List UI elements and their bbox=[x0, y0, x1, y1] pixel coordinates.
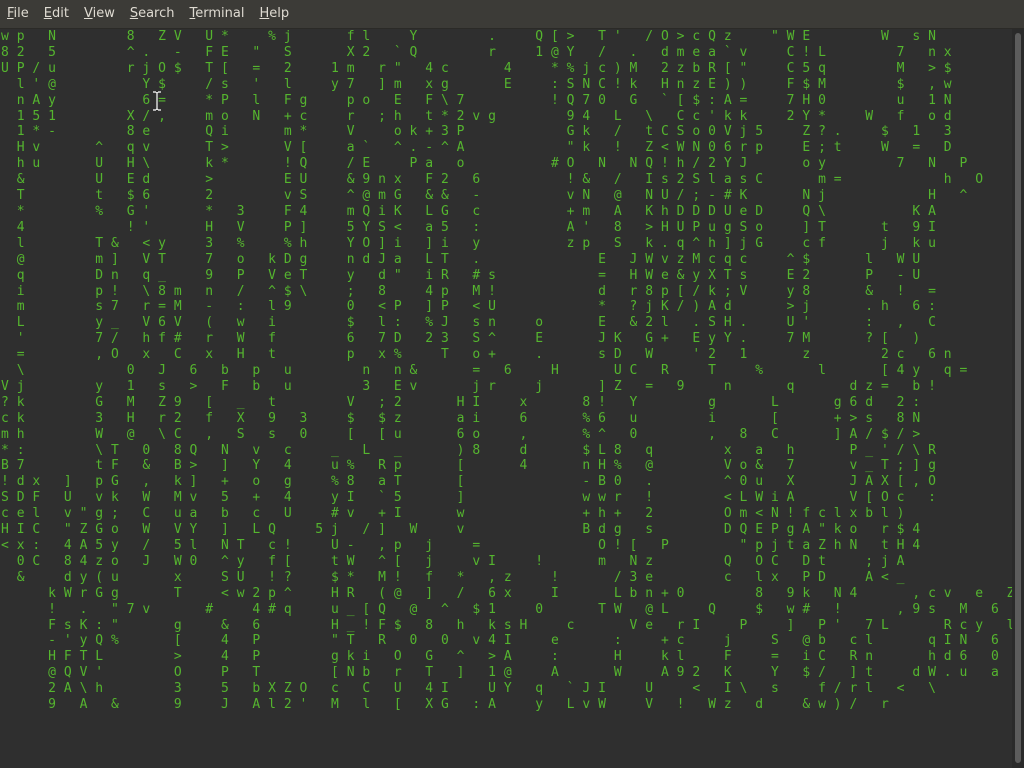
terminal-line: @ Q V ' O P T [ N b r T ] 1 @ A W A 9 2 … bbox=[1, 665, 1012, 681]
menu-label-rest: elp bbox=[269, 6, 290, 21]
terminal-line: c k 3 H r 2 f X 9 3 $ $ z a i 6 % 6 u i … bbox=[1, 410, 921, 426]
terminal-line: B 7 t F & B > ] Y 4 u % R p [ 4 n H % @ … bbox=[1, 458, 936, 474]
terminal-line: ' 7 / h f # r W f 6 7 D 2 3 S ^ E J K G … bbox=[1, 331, 921, 347]
terminal-line: = , O x C x H t p x % T o + . s D W ' 2 … bbox=[1, 347, 952, 363]
terminal-line: 2 A \ h 3 5 b X Z O c C U 4 I U Y q ` J … bbox=[1, 681, 936, 697]
terminal-line: l T & < y 3 % % h Y O ] i ] i y z p S k … bbox=[1, 235, 936, 251]
menu-label-rest: dit bbox=[52, 6, 69, 21]
terminal-line: L y _ V 6 V ( w i $ l : % J s n o E & 2 … bbox=[1, 315, 936, 331]
terminal-line: H v ^ q v T > V [ a ` ^ . - ^ A " k ! Z … bbox=[1, 140, 952, 156]
menu-label-rest: ile bbox=[13, 6, 29, 21]
terminal-screen[interactable]: w p N 8 Z V U * % j f l Y . Q [ > T ' / … bbox=[0, 29, 1012, 768]
terminal-line: & d y ( u x S U ! ? $ * M ! f * , z ! / … bbox=[1, 569, 905, 585]
menu-help[interactable]: Help bbox=[252, 0, 297, 28]
menu-terminal[interactable]: Terminal bbox=[183, 0, 253, 28]
menu-label-rest: erminal bbox=[195, 6, 245, 21]
menu-mnemonic: S bbox=[129, 6, 139, 21]
terminal-line: i p ! \ 8 m n / ^ $ \ ; 8 4 p M ! d r 8 … bbox=[1, 283, 936, 299]
terminal-line: S D F U v k W M v 5 + 4 y I ` 5 ] w w r … bbox=[1, 490, 936, 506]
terminal-output: w p N 8 Z V U * % j f l Y . Q [ > T ' / … bbox=[1, 29, 1012, 713]
terminal-line: @ m ] V T 7 o k D g n d J a L T . E J W … bbox=[1, 251, 921, 267]
terminal-line: < x : 4 A 5 y / 5 l N T c ! U - , p j = … bbox=[1, 538, 921, 553]
terminal-line: k W r G g T < w 2 p ^ H R ( @ ] / 6 x I … bbox=[1, 585, 1012, 601]
terminal-line: V j y 1 s > F b u 3 E v j r j ] Z = 9 n … bbox=[1, 378, 936, 394]
terminal-line: * : \ T 0 8 Q N v c _ L _ ) 8 d $ L 8 q … bbox=[1, 442, 936, 458]
menu-view[interactable]: View bbox=[77, 0, 123, 28]
terminal-line: ! . " 7 v # 4 # q u _ [ Q @ ^ $ 1 0 T W … bbox=[1, 601, 999, 617]
terminal-line: 0 C 8 4 z o J W 0 ^ y f [ t W ^ [ j v I … bbox=[1, 553, 905, 569]
terminal-line: 1 * - 8 e Q i m * V o k + 3 P G k / t C … bbox=[1, 124, 952, 140]
terminal-line: H I C " Z G o W V Y ] L Q 5 j / ] W v B … bbox=[1, 522, 921, 538]
terminal-line: & U E d > E U & 9 n x F 2 6 ! & / I s 2 … bbox=[1, 172, 984, 188]
terminal-line: c e l v " g ; C u a b c U # v + I w + h … bbox=[1, 506, 905, 522]
menu-search[interactable]: Search bbox=[123, 0, 183, 28]
terminal-line: h u U H \ k * ! Q / E P a o # O N N Q ! … bbox=[1, 156, 968, 172]
terminal-line: 9 A & 9 J A l 2 ' M l [ X G : A y L v W … bbox=[1, 697, 889, 713]
terminal-scrollbar[interactable] bbox=[1012, 29, 1024, 768]
terminal-line: ? k G M Z 9 [ _ t V ; 2 H I x 8 ! Y g L … bbox=[1, 394, 921, 410]
terminal-line: - ' y Q % [ 4 P " T R 0 0 v 4 I e : + c … bbox=[1, 633, 1012, 649]
menubar: File Edit View Search Terminal Help bbox=[0, 0, 1024, 29]
menu-mnemonic: E bbox=[43, 6, 52, 21]
terminal-line: w p N 8 Z V U * % j f l Y . Q [ > T ' / … bbox=[1, 29, 936, 44]
terminal-line: * % G ' * 3 F 4 m Q i K L G c + m A K h … bbox=[1, 203, 936, 219]
menu-file[interactable]: File bbox=[0, 0, 37, 28]
terminal-line: \ 0 J 6 b p u n n & = 6 H U C R T % l [ … bbox=[1, 363, 968, 379]
terminal-line: 8 2 5 ^ . - F E " S X 2 ` Q r 1 @ Y / . … bbox=[1, 44, 952, 60]
menu-label-rest: iew bbox=[92, 6, 115, 21]
terminal-line: q D n q _ 9 P V e T y d " i R # s = H W … bbox=[1, 267, 921, 283]
terminal-line: ! d x ] p G , k ] + o g % 8 a T [ - B 0 … bbox=[1, 474, 936, 490]
terminal-line: m h W @ \ C , S s 0 [ [ u 6 o , % ^ 0 , … bbox=[1, 426, 921, 442]
menu-mnemonic: V bbox=[83, 6, 93, 21]
terminal-line: U P / u r j O $ T [ = 2 1 m r " 4 c 4 * … bbox=[1, 60, 952, 76]
terminal-line: F s K : " g & 6 H _ ! F $ 8 h k s H c V … bbox=[1, 617, 1012, 633]
terminal-line: T t $ 6 2 v S ^ @ m G & & - v N @ N U / … bbox=[1, 188, 968, 204]
menu-edit[interactable]: Edit bbox=[37, 0, 77, 28]
terminal-line: H F T L > 4 P g k i O G ^ > A : H k l F … bbox=[1, 649, 1012, 665]
scrollbar-thumb[interactable] bbox=[1015, 33, 1021, 763]
menu-label-rest: earch bbox=[138, 6, 175, 21]
menu-mnemonic: H bbox=[259, 6, 270, 21]
ibeam-cursor-icon bbox=[153, 91, 161, 111]
terminal-line: 4 ! ' H V P ] 5 Y S < a 5 : A ' 8 > H U … bbox=[1, 219, 936, 235]
terminal-line: m s 7 r = M - : l 9 0 < P ] P < U * ? j … bbox=[1, 299, 936, 315]
